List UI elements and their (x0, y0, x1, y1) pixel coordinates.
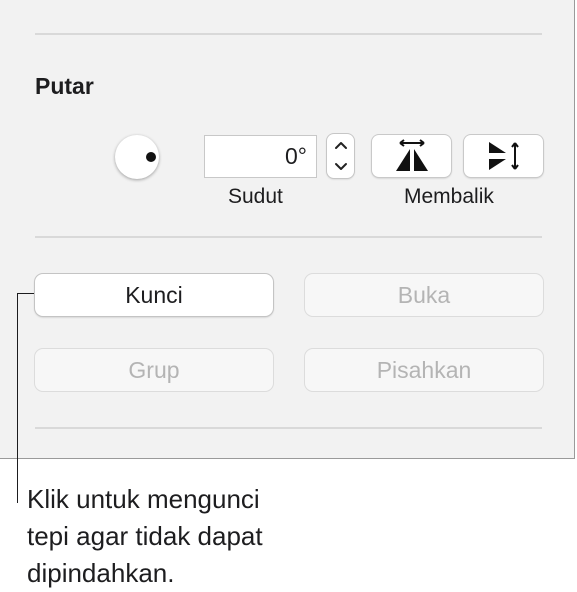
flip-horizontal-icon (395, 139, 428, 171)
callout-leader-tick (17, 293, 34, 294)
flip-horizontal-button[interactable] (372, 135, 451, 177)
angle-input[interactable]: 0° (204, 135, 317, 178)
divider-bottom (35, 427, 542, 429)
flip-label: Membalik (404, 185, 494, 208)
lock-button[interactable]: Kunci (35, 274, 273, 316)
callout-text: Klik untuk mengunci tepi agar tidak dapa… (27, 481, 357, 592)
callout-line-1: Klik untuk mengunci (27, 484, 260, 514)
angle-label: Sudut (228, 185, 283, 208)
rotate-section-title: Putar (35, 73, 94, 99)
divider-middle (35, 236, 542, 238)
flip-vertical-button[interactable] (464, 135, 543, 177)
callout-line-2: tepi agar tidak dapat (27, 521, 263, 551)
chevron-down-icon[interactable] (327, 156, 354, 178)
rotation-dial-icon[interactable] (115, 135, 159, 179)
chevron-up-icon[interactable] (327, 134, 354, 156)
group-button[interactable]: Grup (35, 349, 273, 391)
flip-vertical-icon (488, 142, 519, 170)
callout-line-3: dipindahkan. (27, 558, 175, 588)
divider-top (35, 33, 542, 35)
callout-leader-line (17, 293, 18, 503)
unlock-button[interactable]: Buka (305, 274, 543, 316)
arrange-inspector-panel: Putar 0° Sudut Membalik Kunci Buka Grup … (0, 0, 575, 459)
ungroup-button[interactable]: Pisahkan (305, 349, 543, 391)
angle-stepper[interactable] (327, 134, 354, 178)
dial-indicator (146, 152, 156, 162)
